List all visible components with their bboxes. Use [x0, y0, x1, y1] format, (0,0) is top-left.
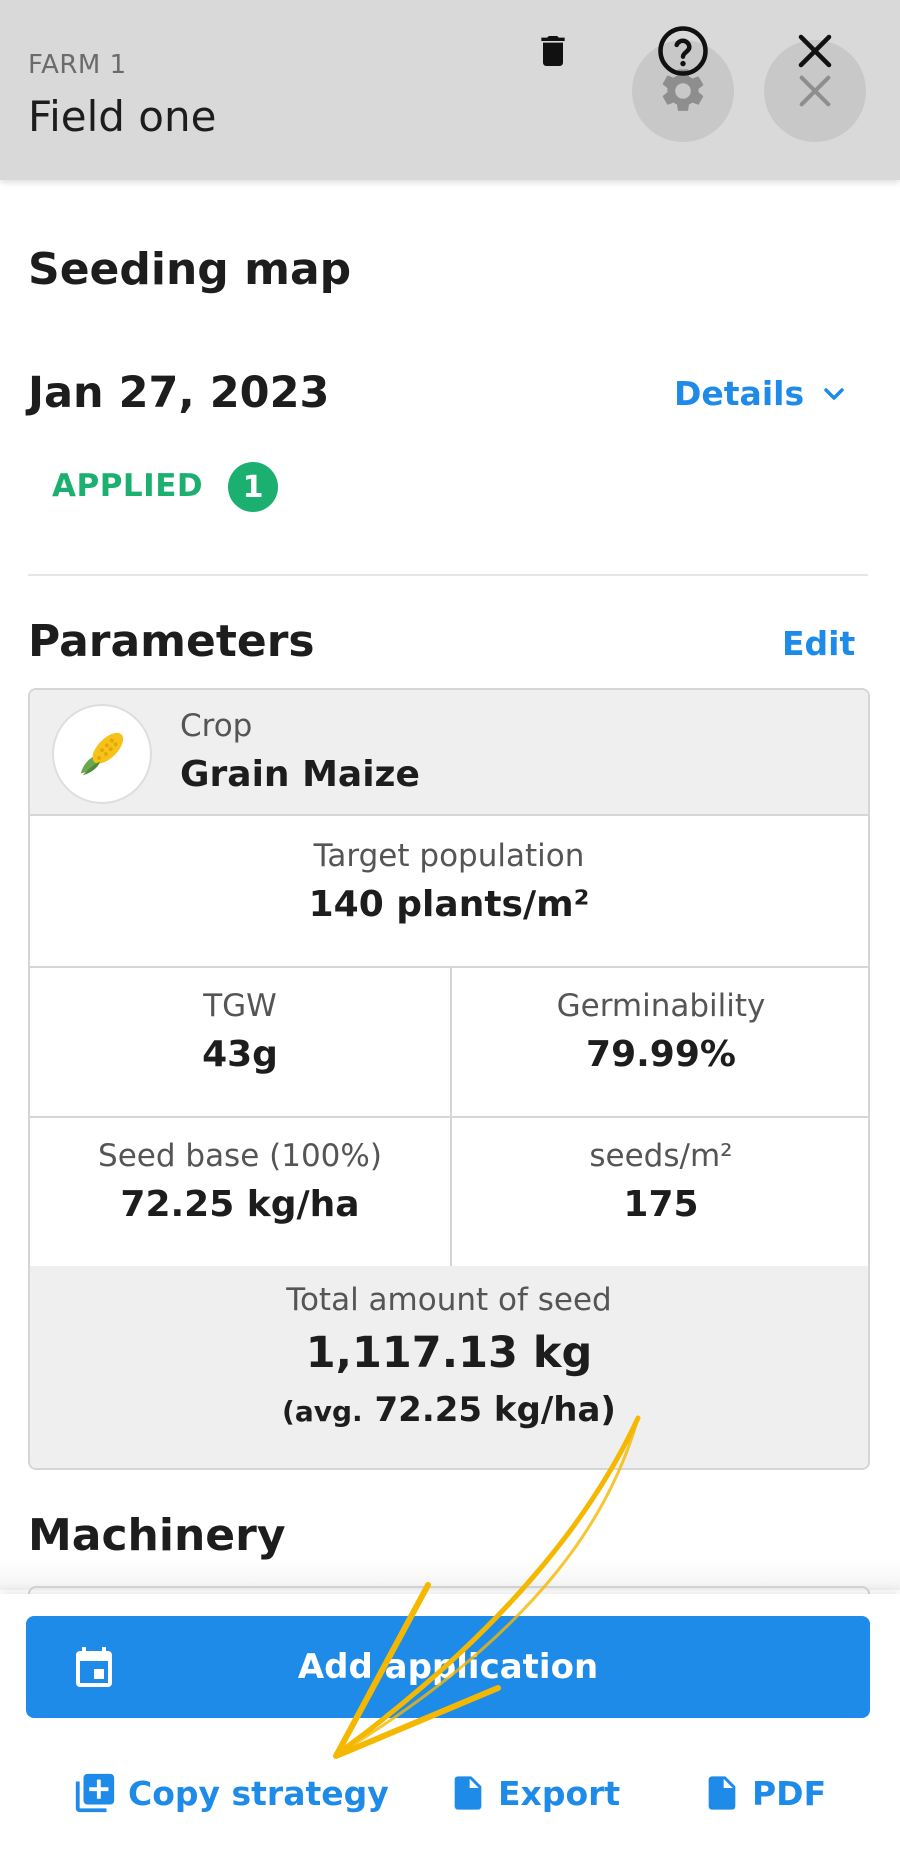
copy-strategy-label: Copy strategy: [128, 1773, 389, 1813]
status-label: APPLIED: [52, 468, 204, 504]
seeds-per-m2-cell: seeds/m² 175: [452, 1138, 868, 1225]
trash-icon: [541, 36, 565, 66]
pdf-button[interactable]: PDF: [702, 1770, 826, 1816]
divider: [28, 574, 868, 576]
tgw-cell: TGW 43g: [30, 988, 450, 1075]
parameters-card: Crop Grain Maize Target population 140 p…: [28, 688, 870, 1470]
germinability-value: 79.99%: [586, 1034, 736, 1075]
seed-base-label: Seed base (100%): [98, 1138, 382, 1174]
help-icon: [658, 26, 708, 76]
seeds-per-m2-value: 175: [623, 1184, 699, 1225]
field-title: Field one: [28, 92, 217, 141]
average-prefix: (avg.: [282, 1395, 363, 1428]
seed-base-value: 72.25 kg/ha: [120, 1184, 360, 1225]
close-icon: [798, 34, 832, 68]
average-value: 72.25 kg/ha): [374, 1390, 616, 1430]
details-label: Details: [674, 374, 805, 413]
crop-row: Crop Grain Maize: [30, 690, 868, 816]
target-population-cell: Target population 140 plants/m²: [30, 838, 868, 925]
average-rate: (avg. 72.25 kg/ha): [30, 1390, 868, 1430]
total-seed-value: 1,117.13 kg: [305, 1328, 593, 1378]
bottom-action-bar: Add application Copy strategy Export PDF: [0, 1594, 900, 1853]
close-panel-button[interactable]: [764, 0, 866, 102]
panel-title: Seeding map: [28, 244, 352, 295]
top-bar: FARM 1 Field one: [0, 0, 900, 180]
seeds-per-m2-label: seeds/m²: [589, 1138, 733, 1174]
copy-add-icon: [75, 1773, 115, 1813]
delete-button[interactable]: [502, 0, 604, 102]
corn-icon: [52, 704, 152, 804]
crop-name: Grain Maize: [180, 754, 420, 795]
target-population-value: 140 plants/m²: [308, 884, 590, 925]
total-seed-label: Total amount of seed: [286, 1282, 612, 1318]
seed-base-cell: Seed base (100%) 72.25 kg/ha: [30, 1138, 450, 1225]
map-date: Jan 27, 2023: [28, 368, 330, 418]
calendar-icon: [76, 1647, 112, 1687]
grid-line: [30, 1116, 868, 1118]
target-population-label: Target population: [313, 838, 585, 874]
parameters-title: Parameters: [28, 616, 315, 667]
germinability-cell: Germinability 79.99%: [452, 988, 868, 1075]
file-icon: [454, 1776, 482, 1810]
copy-strategy-button[interactable]: Copy strategy: [72, 1770, 389, 1816]
add-application-label: Add application: [297, 1647, 599, 1687]
help-button[interactable]: [632, 0, 734, 102]
chevron-down-icon: [824, 387, 844, 400]
pdf-label: PDF: [752, 1773, 827, 1813]
crop-label: Crop: [180, 708, 253, 744]
grid-line: [450, 966, 452, 1266]
machinery-title: Machinery: [28, 1510, 286, 1561]
edit-parameters-link[interactable]: Edit: [782, 624, 855, 663]
total-seed-cell: Total amount of seed 1,117.13 kg (avg. 7…: [30, 1266, 868, 1468]
file-icon: [708, 1776, 736, 1810]
grid-line: [30, 966, 868, 968]
germinability-label: Germinability: [556, 988, 766, 1024]
details-toggle[interactable]: Details: [674, 374, 850, 413]
status-count-badge: 1: [228, 462, 278, 512]
tgw-label: TGW: [203, 988, 277, 1024]
tgw-value: 43g: [202, 1034, 278, 1075]
export-label: Export: [498, 1773, 621, 1813]
farm-name: FARM 1: [28, 50, 127, 80]
add-application-button[interactable]: Add application: [26, 1616, 870, 1718]
export-button[interactable]: Export: [448, 1770, 620, 1816]
